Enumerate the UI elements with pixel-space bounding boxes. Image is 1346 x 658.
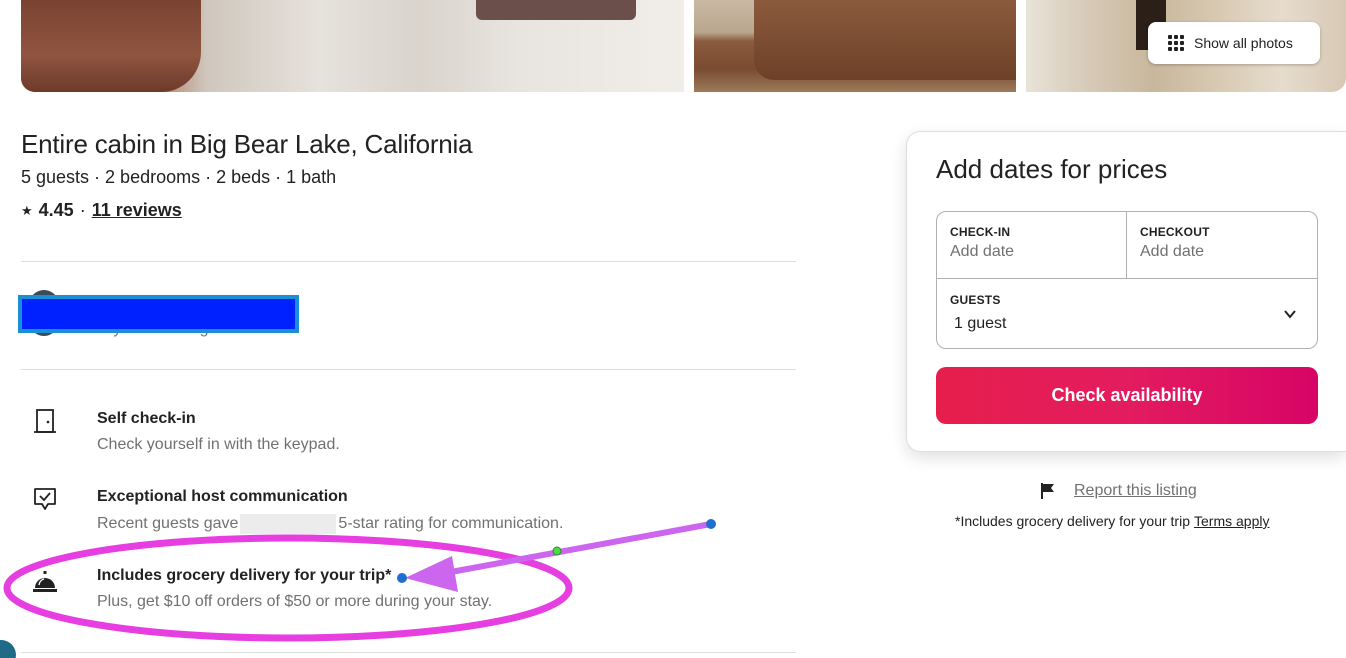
checkout-value: Add date	[1140, 243, 1205, 260]
gallery-photo-2[interactable]	[694, 0, 1016, 92]
check-availability-button[interactable]: Check availability	[936, 367, 1318, 424]
date-picker: CHECK-IN Add date CHECKOUT Add date GUES…	[936, 211, 1318, 349]
divider	[21, 261, 796, 262]
report-listing-link[interactable]: Report this listing	[1074, 482, 1197, 500]
listing-title: Entire cabin in Big Bear Lake, Californi…	[21, 129, 473, 159]
service-bell-icon	[33, 571, 57, 592]
guests-label: GUESTS	[950, 293, 1001, 307]
photo-couch	[754, 0, 1016, 80]
reviews-link[interactable]: 11 reviews	[92, 200, 182, 221]
amenity-desc: Check yourself in with the keypad.	[97, 436, 340, 453]
chevron-down-icon	[1284, 310, 1296, 319]
redaction-box	[18, 295, 299, 333]
amenity-desc-start: Recent guests gave	[97, 515, 239, 533]
amenity-title: Self check-in	[97, 410, 196, 427]
booking-title: Add dates for prices	[936, 154, 1168, 184]
amenity-desc: Recent guests gave 5-star rating for comm…	[97, 514, 563, 534]
divider	[21, 652, 796, 653]
highlight-ellipse	[3, 534, 573, 642]
rating-row: ★ 4.45 · 11 reviews	[21, 200, 182, 221]
checkout-field[interactable]: CHECKOUT Add date	[1127, 212, 1317, 278]
divider	[21, 369, 796, 370]
gallery-photo-main[interactable]	[21, 0, 684, 92]
rating-separator: ·	[79, 200, 86, 220]
grocery-note-text: *Includes grocery delivery for your trip	[955, 513, 1190, 529]
corner-decoration	[0, 640, 16, 658]
amenity-desc: Plus, get $10 off orders of $50 or more …	[97, 593, 493, 610]
checkin-field[interactable]: CHECK-IN Add date	[937, 212, 1127, 278]
rating-value: 4.45	[38, 200, 74, 220]
photo-stool	[476, 0, 636, 20]
redaction-box	[240, 514, 337, 534]
flag-icon	[1041, 483, 1054, 499]
arrow-handle-end[interactable]	[706, 519, 716, 529]
guests-dropdown[interactable]: GUESTS 1 guest	[937, 278, 1317, 348]
amenity-desc-end: 5-star rating for communication.	[338, 515, 564, 533]
arrow-handle-mid[interactable]	[552, 546, 562, 556]
annotation-arrow-head	[405, 556, 458, 592]
arrow-handle-start[interactable]	[397, 573, 407, 583]
checkin-value: Add date	[950, 243, 1015, 260]
amenity-title: Includes grocery delivery for your trip*	[97, 567, 392, 584]
booking-card: Add dates for prices CHECK-IN Add date C…	[906, 131, 1346, 452]
star-icon: ★	[21, 202, 33, 218]
checkin-label: CHECK-IN	[950, 225, 1011, 239]
photo-sofa	[21, 0, 201, 92]
amenity-title: Exceptional host communication	[97, 488, 348, 505]
checkout-label: CHECKOUT	[1140, 225, 1210, 239]
show-all-photos-label: Show all photos	[1194, 35, 1293, 51]
chat-check-icon	[34, 488, 56, 510]
report-listing[interactable]: Report this listing	[1040, 482, 1197, 500]
terms-apply-link[interactable]: Terms apply	[1194, 513, 1269, 529]
grocery-note: *Includes grocery delivery for your trip…	[955, 513, 1269, 529]
grid-dots-icon	[1168, 35, 1184, 51]
listing-subtitle: 5 guests · 2 bedrooms · 2 beds · 1 bath	[21, 167, 337, 187]
door-icon	[34, 409, 56, 433]
guests-value: 1 guest	[954, 315, 1007, 332]
show-all-photos-button[interactable]: Show all photos	[1148, 22, 1320, 64]
